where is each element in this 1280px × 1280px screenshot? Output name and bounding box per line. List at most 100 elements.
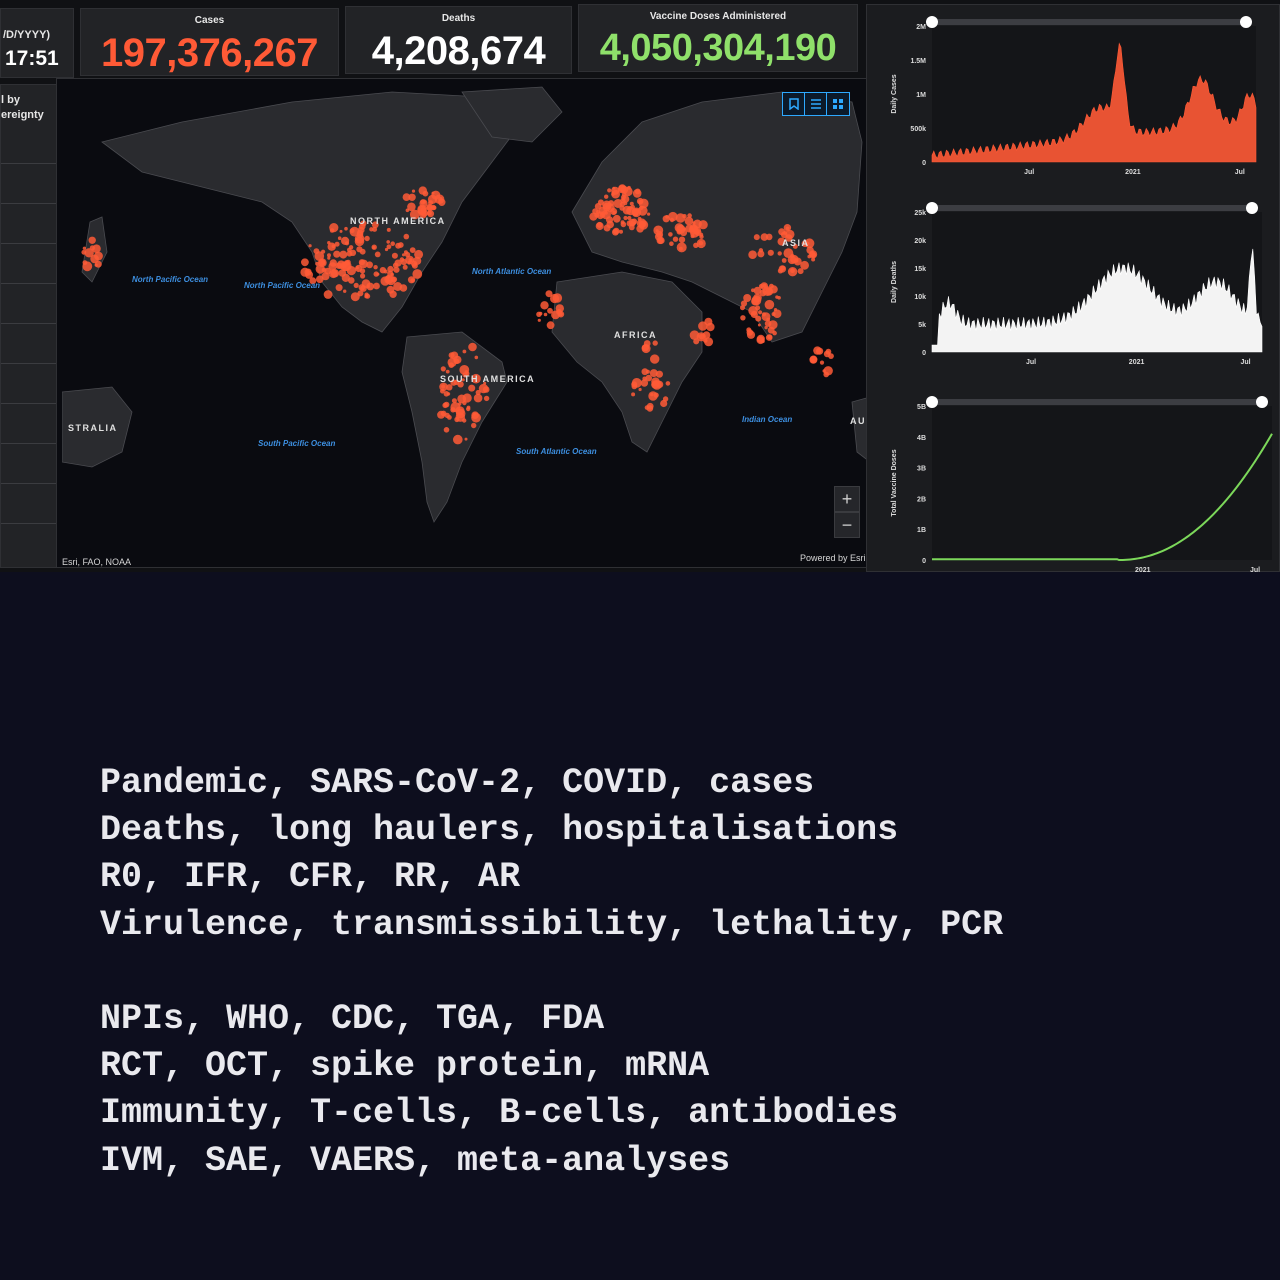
- case-dot[interactable]: [339, 229, 343, 233]
- case-dot[interactable]: [442, 402, 449, 409]
- case-dot[interactable]: [693, 242, 699, 248]
- case-dot[interactable]: [771, 312, 776, 317]
- case-dot[interactable]: [462, 418, 467, 423]
- case-dot[interactable]: [403, 233, 410, 240]
- case-dot[interactable]: [621, 192, 627, 197]
- case-dot[interactable]: [403, 250, 408, 255]
- case-dot[interactable]: [409, 247, 416, 254]
- case-dot[interactable]: [359, 248, 366, 255]
- case-dot[interactable]: [468, 342, 477, 352]
- case-dot[interactable]: [648, 391, 658, 401]
- case-dot[interactable]: [819, 360, 825, 365]
- case-dot[interactable]: [703, 338, 708, 343]
- case-dot[interactable]: [612, 214, 621, 223]
- case-dot[interactable]: [622, 205, 632, 215]
- case-dot[interactable]: [777, 251, 782, 256]
- case-dot[interactable]: [374, 251, 381, 258]
- case-dot[interactable]: [373, 271, 379, 277]
- case-dot[interactable]: [785, 226, 790, 231]
- case-dot[interactable]: [619, 229, 623, 234]
- case-dot[interactable]: [596, 221, 603, 228]
- case-dot[interactable]: [457, 394, 467, 404]
- case-dot[interactable]: [693, 338, 700, 345]
- case-dot[interactable]: [767, 249, 774, 256]
- slider-handle-end[interactable]: [1256, 396, 1268, 408]
- case-dot[interactable]: [537, 318, 541, 322]
- slider-handle-start[interactable]: [926, 202, 938, 214]
- zoom-in-button[interactable]: +: [834, 486, 860, 512]
- case-dot[interactable]: [346, 250, 353, 257]
- case-dot[interactable]: [765, 334, 773, 341]
- case-dot[interactable]: [386, 240, 391, 244]
- case-dot[interactable]: [628, 224, 635, 231]
- case-dot[interactable]: [612, 210, 617, 215]
- basemap-icon[interactable]: [827, 93, 849, 115]
- case-dot[interactable]: [632, 189, 642, 198]
- case-dot[interactable]: [594, 212, 600, 218]
- slider-handle-start[interactable]: [926, 16, 938, 28]
- case-dot[interactable]: [807, 254, 812, 259]
- list-item[interactable]: [1, 323, 59, 324]
- case-dot[interactable]: [765, 287, 774, 296]
- case-dot[interactable]: [358, 284, 366, 291]
- case-dot[interactable]: [638, 387, 642, 392]
- case-dot[interactable]: [386, 227, 391, 232]
- case-dot[interactable]: [444, 412, 450, 419]
- case-dot[interactable]: [88, 236, 96, 244]
- case-dot[interactable]: [706, 322, 715, 332]
- case-dot[interactable]: [387, 265, 394, 273]
- case-dot[interactable]: [748, 306, 758, 316]
- list-icon[interactable]: [805, 93, 827, 115]
- case-dot[interactable]: [369, 227, 374, 232]
- case-dot[interactable]: [783, 230, 787, 235]
- case-dot[interactable]: [689, 224, 698, 233]
- case-dot[interactable]: [397, 242, 404, 248]
- case-dot[interactable]: [637, 216, 642, 221]
- case-dot[interactable]: [655, 370, 664, 378]
- case-dot[interactable]: [426, 210, 432, 216]
- case-dot[interactable]: [809, 355, 818, 364]
- case-dot[interactable]: [748, 250, 757, 259]
- case-dot[interactable]: [343, 289, 347, 293]
- case-dot[interactable]: [366, 285, 370, 289]
- case-dot[interactable]: [82, 261, 93, 272]
- case-dot[interactable]: [301, 258, 309, 267]
- case-dot[interactable]: [772, 330, 777, 336]
- case-dot[interactable]: [780, 265, 786, 271]
- case-dot[interactable]: [540, 301, 549, 310]
- case-dot[interactable]: [751, 295, 762, 306]
- case-dot[interactable]: [391, 252, 398, 259]
- case-dot[interactable]: [450, 407, 456, 413]
- case-dot[interactable]: [702, 331, 711, 339]
- case-dot[interactable]: [402, 264, 408, 270]
- case-dot[interactable]: [743, 294, 752, 302]
- case-dot[interactable]: [546, 321, 555, 330]
- case-dot[interactable]: [482, 386, 490, 393]
- case-dot[interactable]: [348, 245, 354, 250]
- case-dot[interactable]: [437, 410, 446, 419]
- case-dot[interactable]: [672, 236, 679, 242]
- case-dot[interactable]: [471, 422, 477, 429]
- case-dot[interactable]: [321, 272, 330, 281]
- case-dot[interactable]: [619, 201, 626, 207]
- case-dot[interactable]: [341, 236, 350, 245]
- case-dot[interactable]: [329, 269, 338, 279]
- case-dot[interactable]: [412, 269, 423, 279]
- case-dot[interactable]: [82, 246, 87, 250]
- case-dot[interactable]: [555, 304, 564, 313]
- case-dot[interactable]: [355, 266, 359, 270]
- case-dot[interactable]: [394, 259, 402, 267]
- case-dot[interactable]: [94, 251, 103, 261]
- case-dot[interactable]: [386, 275, 390, 279]
- case-dot[interactable]: [318, 259, 326, 266]
- list-item[interactable]: [1, 483, 59, 484]
- case-dot[interactable]: [813, 346, 822, 355]
- case-dot[interactable]: [604, 194, 609, 199]
- case-dot[interactable]: [606, 220, 614, 229]
- case-dot[interactable]: [333, 250, 341, 258]
- case-dot[interactable]: [364, 235, 370, 242]
- case-dot[interactable]: [323, 290, 333, 299]
- case-dot[interactable]: [410, 278, 416, 283]
- case-dot[interactable]: [699, 234, 704, 239]
- case-dot[interactable]: [607, 188, 612, 193]
